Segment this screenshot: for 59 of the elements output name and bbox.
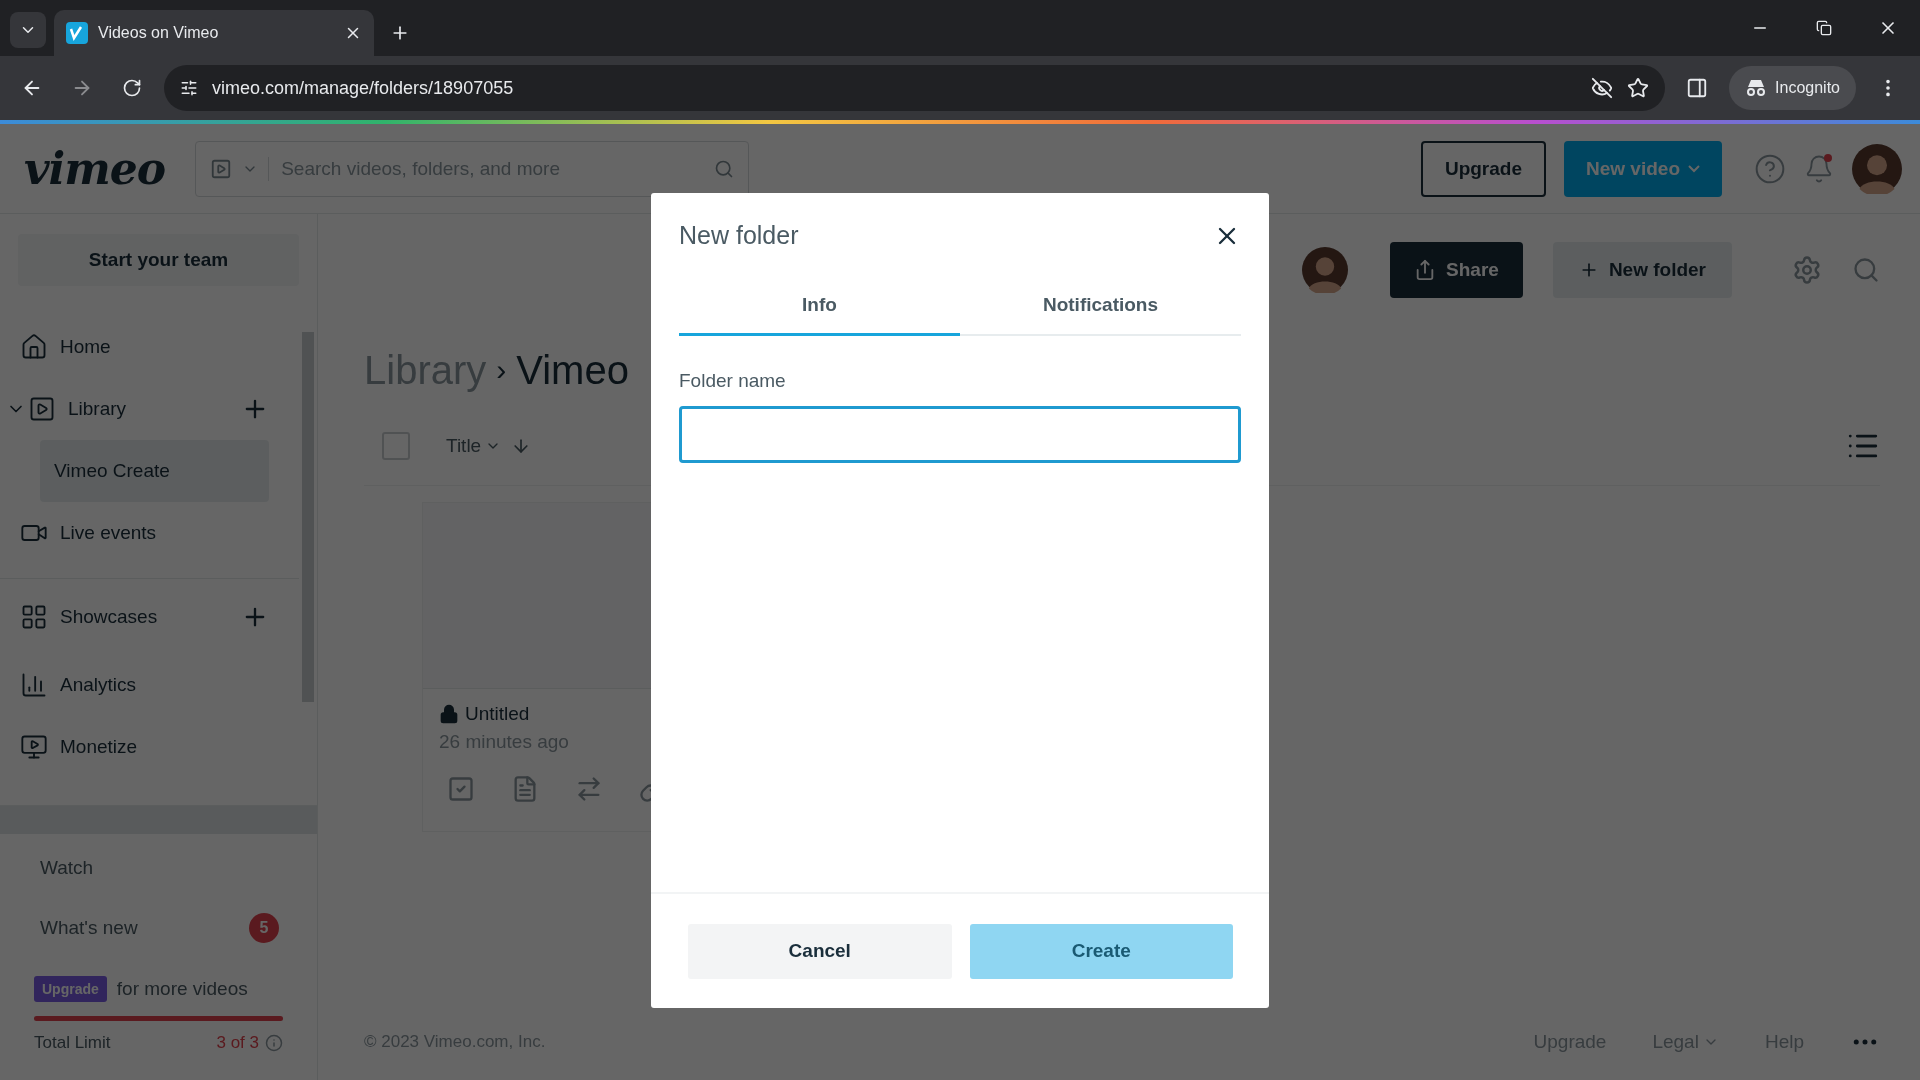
settings-icon[interactable] bbox=[1792, 255, 1822, 285]
info-icon[interactable] bbox=[265, 1034, 283, 1052]
upgrade-text: for more videos bbox=[116, 978, 248, 1000]
reload-icon[interactable] bbox=[122, 78, 142, 98]
incognito-button[interactable]: Incognito bbox=[1729, 66, 1856, 110]
site-icon bbox=[66, 22, 88, 44]
new-video-button[interactable]: New video bbox=[1564, 140, 1722, 197]
review-icon[interactable] bbox=[447, 775, 475, 803]
folder-name-field[interactable] bbox=[679, 406, 1241, 463]
address-bar[interactable]: vimeo.com/manage/folders/18907055 bbox=[164, 65, 1666, 111]
video-title: Untitled bbox=[465, 703, 530, 725]
home-icon bbox=[20, 333, 48, 361]
nav-item[interactable]: Library bbox=[28, 385, 241, 433]
sidebar-link[interactable]: What's new bbox=[40, 917, 138, 939]
breadcrumb-separator: › bbox=[496, 353, 507, 387]
eye-off-icon[interactable] bbox=[1591, 77, 1614, 99]
side-panel-icon[interactable] bbox=[1686, 77, 1709, 99]
bookmark-star-icon[interactable] bbox=[1627, 77, 1650, 99]
search-icon[interactable] bbox=[714, 158, 735, 179]
dialog-title: New folder bbox=[679, 221, 799, 250]
nav-item[interactable]: Analytics bbox=[20, 661, 269, 709]
vimeo-logo[interactable]: vimeo bbox=[18, 140, 172, 197]
nav-item[interactable]: Vimeo Create bbox=[40, 440, 269, 502]
count-badge: 5 bbox=[249, 913, 279, 943]
breadcrumb-item: Vimeo bbox=[516, 347, 629, 393]
dialog-tab[interactable]: Info bbox=[679, 276, 960, 336]
tab-title: Videos on Vimeo bbox=[98, 24, 220, 42]
lock-icon bbox=[439, 704, 459, 724]
restore-icon[interactable] bbox=[1816, 20, 1832, 36]
bell-icon[interactable] bbox=[1804, 153, 1834, 184]
avatar-icon[interactable] bbox=[1852, 143, 1902, 194]
new-folder-button[interactable]: New folder bbox=[1552, 242, 1732, 298]
tab-search-button[interactable] bbox=[10, 12, 46, 48]
sidebar-link[interactable]: Watch bbox=[40, 857, 94, 879]
browser-tab[interactable]: Videos on Vimeo bbox=[54, 10, 374, 56]
nav-item[interactable]: Home bbox=[20, 323, 269, 371]
help-icon[interactable] bbox=[1754, 152, 1786, 185]
nav-item[interactable]: Monetize bbox=[20, 723, 269, 771]
dialog-tab[interactable]: Notifications bbox=[960, 276, 1241, 336]
nav-item[interactable]: Showcases bbox=[20, 592, 241, 641]
bar-chart-icon bbox=[20, 671, 48, 699]
chevron-down-icon bbox=[1688, 164, 1700, 173]
cancel-button[interactable]: Cancel bbox=[688, 923, 952, 979]
upgrade-button[interactable]: Upgrade bbox=[1420, 140, 1546, 197]
avatar-icon[interactable] bbox=[1302, 247, 1349, 293]
sort-dropdown[interactable]: Title bbox=[446, 434, 502, 457]
library-icon bbox=[28, 395, 56, 423]
field-label: Folder name bbox=[679, 370, 787, 392]
monitor-icon bbox=[20, 733, 48, 761]
start-team-button[interactable]: Start your team bbox=[18, 234, 299, 286]
search-icon[interactable] bbox=[1852, 256, 1880, 284]
incognito-icon bbox=[1745, 79, 1768, 97]
site-settings-icon[interactable] bbox=[180, 79, 198, 97]
share-button[interactable]: Share bbox=[1390, 242, 1523, 298]
limit-reading: 3 of 3 bbox=[216, 1033, 259, 1053]
upgrade-badge[interactable]: Upgrade bbox=[34, 976, 107, 1002]
video-filter-icon[interactable] bbox=[210, 157, 233, 180]
limit-label: Total Limit bbox=[34, 1033, 111, 1053]
nav-item[interactable]: Live events bbox=[20, 509, 269, 557]
